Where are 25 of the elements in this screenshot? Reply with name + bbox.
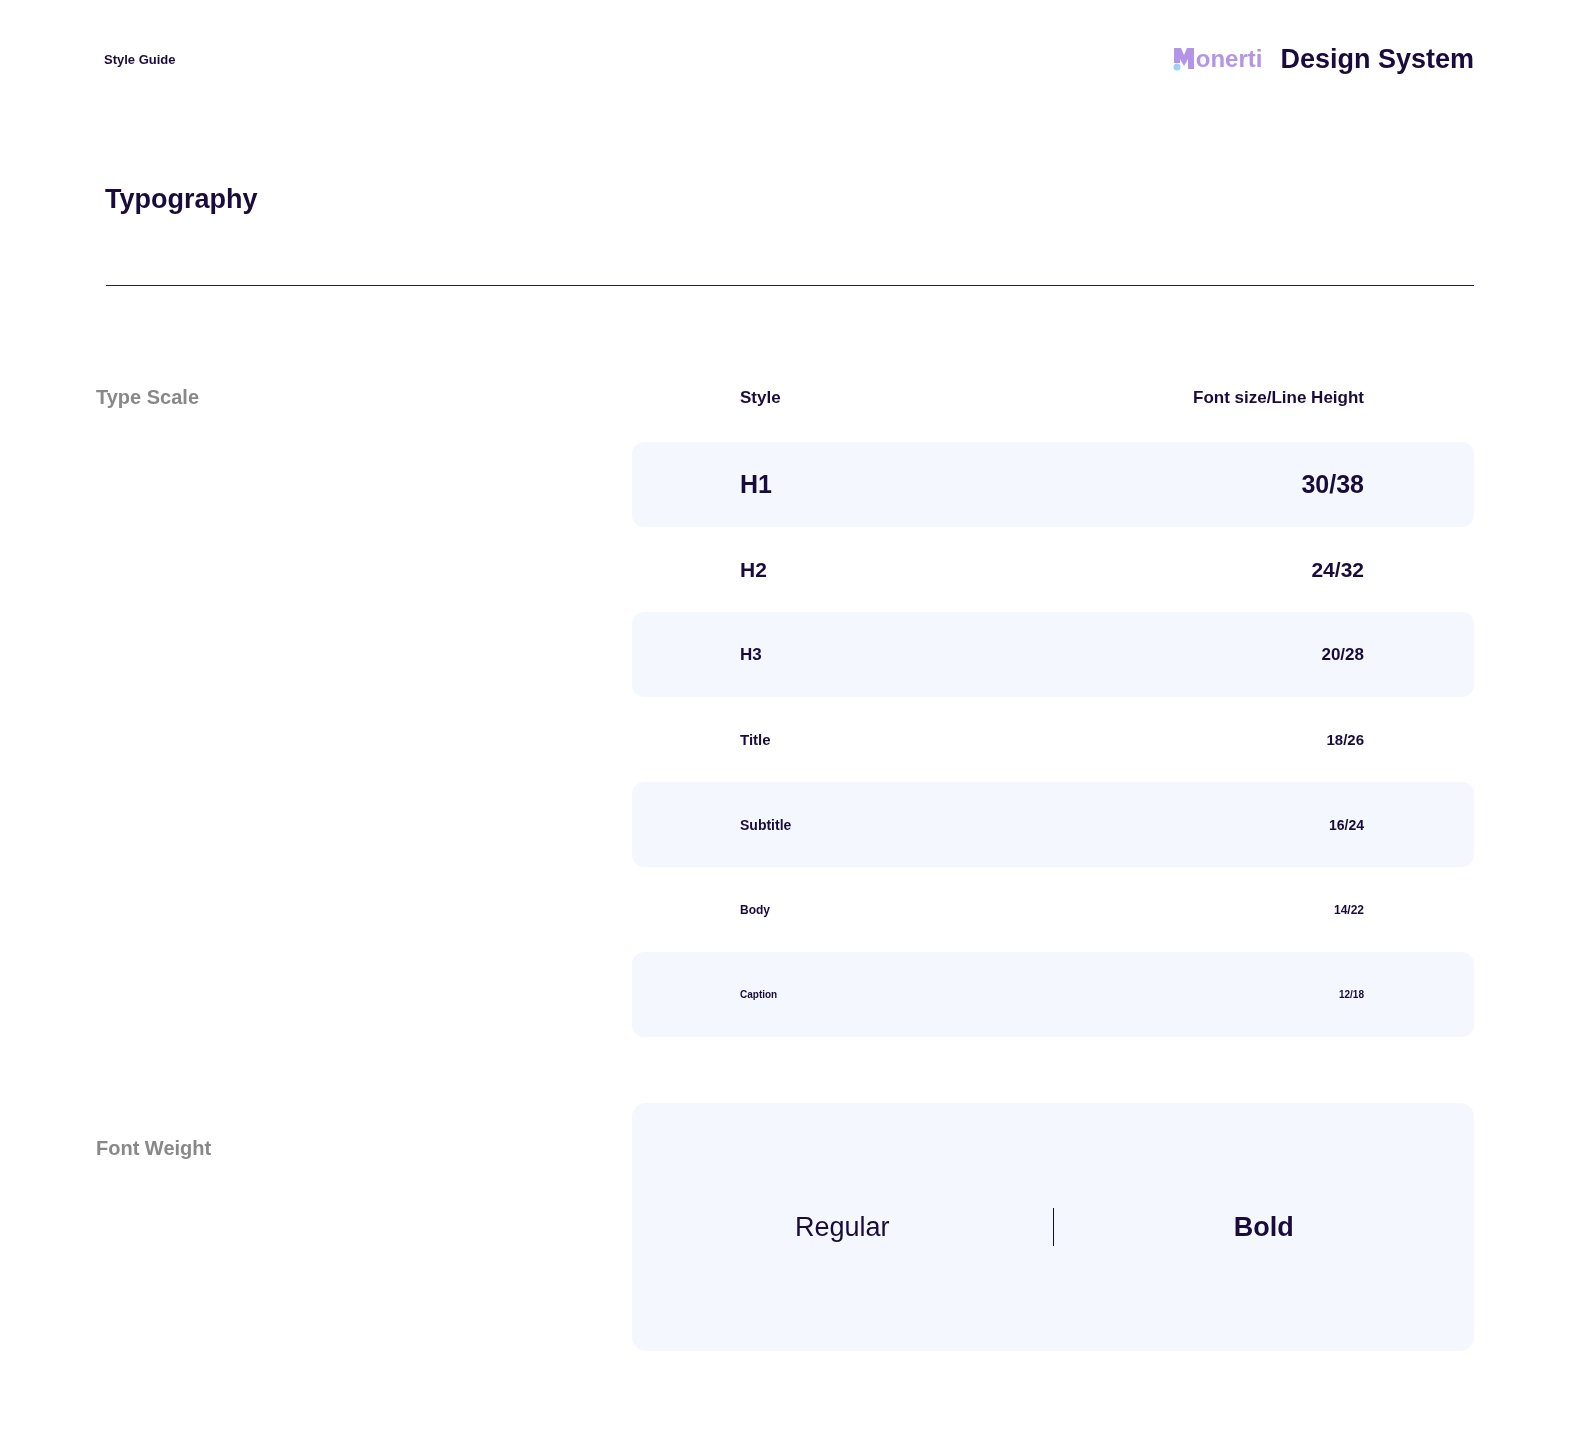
size-value: 14/22 bbox=[1333, 902, 1364, 917]
section-heading: Type Scale bbox=[96, 385, 201, 409]
header-title: Design System bbox=[1280, 43, 1474, 75]
section-label: Style Guide bbox=[104, 51, 176, 67]
style-name: H1 bbox=[740, 470, 772, 499]
size-value: 24/32 bbox=[1311, 557, 1364, 582]
page-title: Typography bbox=[105, 184, 259, 215]
logo-text: onerti bbox=[1195, 47, 1263, 71]
column-header: Font size/Line Height bbox=[1193, 388, 1364, 408]
style-name: Title bbox=[740, 731, 771, 748]
size-value: 16/24 bbox=[1328, 816, 1364, 833]
style-name: H2 bbox=[740, 557, 767, 582]
size-value: 20/28 bbox=[1321, 644, 1364, 665]
weight-sample: Bold bbox=[1233, 1211, 1294, 1243]
logo-mark-icon bbox=[1172, 47, 1195, 71]
size-value: 30/38 bbox=[1301, 470, 1364, 499]
style-name: H3 bbox=[740, 644, 762, 665]
style-name: Caption bbox=[740, 989, 778, 1000]
style-name: Subtitle bbox=[740, 816, 792, 833]
section-heading: Font Weight bbox=[96, 1136, 213, 1160]
size-value: 18/26 bbox=[1326, 731, 1364, 748]
column-header: Style bbox=[740, 388, 781, 408]
style-name: Body bbox=[740, 902, 770, 917]
size-value: 12/18 bbox=[1338, 989, 1364, 1000]
weight-sample: Regular bbox=[794, 1211, 890, 1243]
